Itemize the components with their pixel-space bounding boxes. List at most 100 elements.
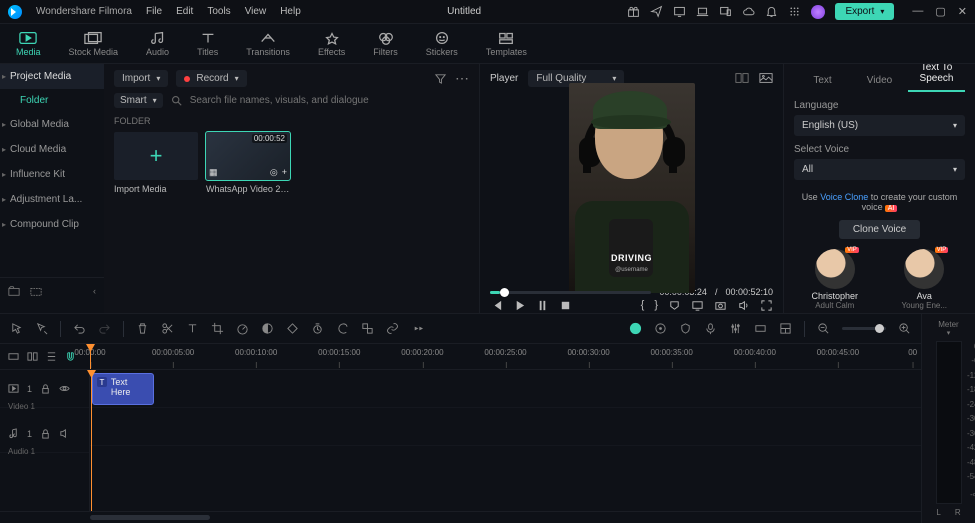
rtab-text[interactable]: Text (794, 75, 851, 92)
smart-dropdown[interactable]: Smart▾ (114, 93, 163, 108)
rtab-video[interactable]: Video (851, 75, 908, 92)
sidebar-sub-folder[interactable]: Folder (0, 89, 104, 112)
timeline-scrollbar[interactable] (0, 511, 921, 523)
snapshot-icon[interactable] (714, 299, 727, 312)
crop-icon[interactable] (211, 322, 224, 335)
tab-filters[interactable]: Filters (369, 29, 402, 59)
timer-icon[interactable] (311, 322, 324, 335)
laptop-icon[interactable] (696, 5, 709, 18)
clip-grid-icon[interactable]: ▦ (209, 167, 218, 178)
voice-christopher[interactable]: VIPChristopherAdult Calm (794, 249, 876, 310)
tab-audio[interactable]: Audio (142, 29, 173, 59)
language-select[interactable]: English (US)▾ (794, 115, 965, 136)
text-icon[interactable] (186, 322, 199, 335)
voice-select[interactable]: All▾ (794, 159, 965, 180)
more-tools-icon[interactable] (411, 322, 424, 335)
tab-stock[interactable]: Stock Media (65, 29, 123, 59)
tab-stickers[interactable]: Stickers (422, 29, 462, 59)
undo-icon[interactable] (73, 322, 86, 335)
display-icon[interactable] (691, 299, 704, 312)
color-icon[interactable] (261, 322, 274, 335)
minimize-icon[interactable]: — (912, 5, 923, 18)
user-avatar[interactable] (811, 5, 825, 19)
import-media-card[interactable]: + Import Media (114, 132, 198, 194)
split-icon[interactable] (161, 322, 174, 335)
keyframe-icon[interactable] (286, 322, 299, 335)
tab-effects[interactable]: Effects (314, 29, 349, 59)
video-track[interactable]: TText Here (90, 370, 921, 408)
mute-icon[interactable] (59, 428, 70, 439)
zoom-slider[interactable] (842, 327, 886, 330)
new-bin-icon[interactable] (30, 285, 42, 297)
speed-icon[interactable] (236, 322, 249, 335)
tab-media[interactable]: Media (12, 29, 45, 59)
menu-tools[interactable]: Tools (207, 6, 230, 17)
voice-clone-link[interactable]: Voice Clone (820, 192, 868, 202)
brace-right-icon[interactable]: } (654, 299, 658, 312)
brace-left-icon[interactable]: { (641, 299, 645, 312)
play-icon[interactable] (513, 299, 526, 312)
media-clip-card[interactable]: 00:00:52 ▦ ◎ + WhatsApp Video 2024... (206, 132, 290, 194)
lock2-icon[interactable] (40, 428, 51, 439)
cloud-icon[interactable] (742, 5, 755, 18)
sidebar-item-global[interactable]: ▸Global Media (0, 112, 104, 137)
stop-icon[interactable] (559, 299, 572, 312)
reverse-icon[interactable] (336, 322, 349, 335)
voice-ava[interactable]: VIPAvaYoung Ene... (884, 249, 966, 310)
gift-icon[interactable] (627, 5, 640, 18)
import-dropdown[interactable]: Import▾ (114, 70, 168, 87)
more-icon[interactable]: ⋯ (455, 70, 469, 87)
lock-icon[interactable] (40, 383, 51, 394)
select-icon[interactable] (35, 322, 48, 335)
collapse-icon[interactable]: ‹ (93, 286, 96, 296)
text-clip[interactable]: TText Here (92, 373, 154, 405)
marker-icon[interactable] (654, 322, 667, 335)
mic-icon[interactable] (704, 322, 717, 335)
eye-icon[interactable] (59, 383, 70, 394)
scrub-bar[interactable] (490, 291, 651, 294)
video-preview[interactable]: DRIVING @username (569, 83, 695, 293)
layout-icon[interactable] (779, 322, 792, 335)
maximize-icon[interactable]: ▢ (935, 5, 945, 18)
pointer-icon[interactable] (10, 322, 23, 335)
group-icon[interactable] (361, 322, 374, 335)
audio-track[interactable] (90, 408, 921, 446)
pause-icon[interactable] (536, 299, 549, 312)
sidebar-item-influence[interactable]: ▸Influence Kit (0, 162, 104, 187)
delete-icon[interactable] (136, 322, 149, 335)
zoom-in-icon[interactable] (898, 322, 911, 335)
tl-mode1-icon[interactable] (8, 351, 19, 362)
menu-file[interactable]: File (146, 6, 162, 17)
menu-edit[interactable]: Edit (176, 6, 193, 17)
screen-icon[interactable] (673, 5, 686, 18)
playhead[interactable] (90, 344, 91, 369)
close-icon[interactable]: ✕ (958, 5, 967, 18)
compare-icon[interactable] (735, 72, 749, 84)
bell-icon[interactable] (765, 5, 778, 18)
sidebar-item-cloud[interactable]: ▸Cloud Media (0, 137, 104, 162)
tab-transitions[interactable]: Transitions (242, 29, 294, 59)
zoom-out-icon[interactable] (817, 322, 830, 335)
sidebar-item-project[interactable]: ▸Project Media (0, 64, 104, 89)
mixer-icon[interactable] (729, 322, 742, 335)
shield-icon[interactable] (679, 322, 692, 335)
devices-icon[interactable] (719, 5, 732, 18)
tab-templates[interactable]: Templates (482, 29, 531, 59)
clone-voice-button[interactable]: Clone Voice (839, 220, 920, 239)
export-button[interactable]: Export▾ (835, 3, 894, 20)
clip-target-icon[interactable]: ◎ (270, 167, 278, 178)
record-dropdown[interactable]: Record▾ (176, 70, 246, 87)
prev-icon[interactable] (490, 299, 503, 312)
tl-mode2-icon[interactable] (27, 351, 38, 362)
tab-titles[interactable]: Titles (193, 29, 222, 59)
send-icon[interactable] (650, 5, 663, 18)
redo-icon[interactable] (98, 322, 111, 335)
tl-mode3-icon[interactable] (46, 351, 57, 362)
sidebar-item-adjustment[interactable]: ▸Adjustment La... (0, 187, 104, 212)
search-input[interactable] (190, 95, 469, 106)
filter-icon[interactable] (434, 72, 447, 85)
sidebar-item-compound[interactable]: ▸Compound Clip (0, 212, 104, 237)
apps-icon[interactable] (788, 5, 801, 18)
markers-icon[interactable] (668, 299, 681, 312)
picture-icon[interactable] (759, 72, 773, 84)
